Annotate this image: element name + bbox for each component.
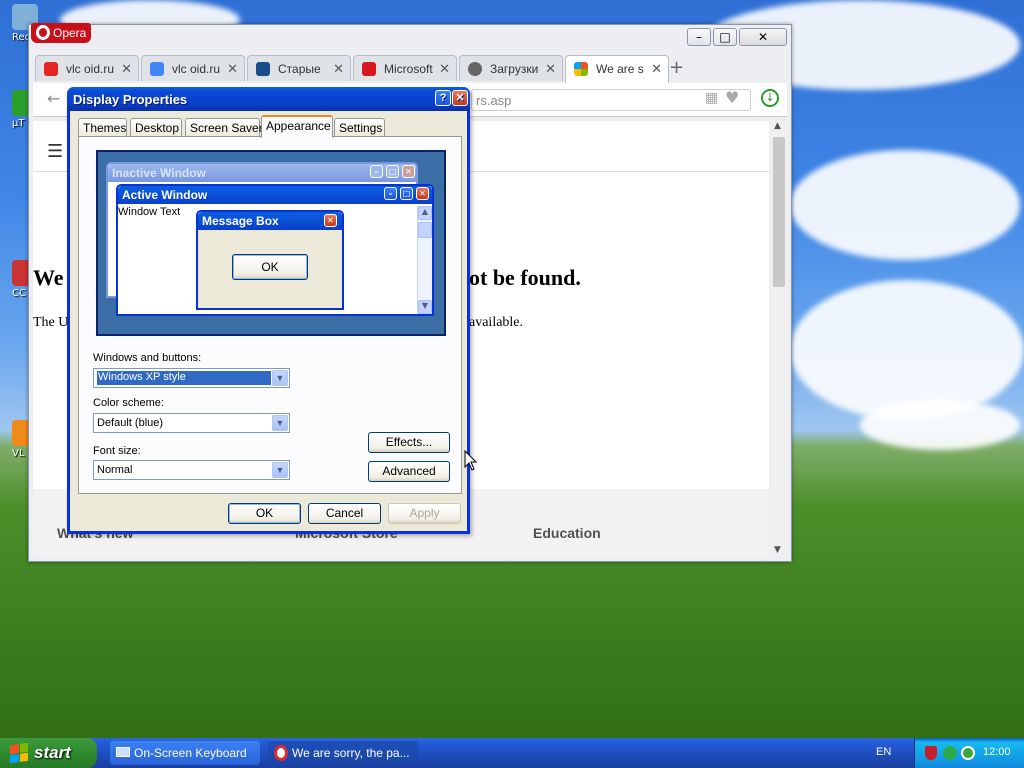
opera-logo-icon <box>36 25 50 40</box>
opera-icon <box>274 745 288 761</box>
desktop-icon-label: CC <box>12 288 26 299</box>
chevron-down-icon[interactable]: ▼ <box>272 462 288 478</box>
tab-close-icon[interactable]: ✕ <box>227 61 238 77</box>
keyboard-icon <box>116 747 130 757</box>
preview-scroll-thumb <box>418 222 432 238</box>
shield-icon[interactable] <box>925 746 937 760</box>
scroll-thumb[interactable] <box>773 137 785 287</box>
utorrent-tray-icon[interactable] <box>961 746 975 760</box>
color-scheme-select[interactable]: Default (blue) ▼ <box>93 413 290 433</box>
error-text-right: available. <box>469 315 524 330</box>
cancel-button[interactable]: Cancel <box>308 503 381 524</box>
ok-button[interactable]: OK <box>228 503 301 524</box>
tab-6[interactable]: We are s ✕ <box>565 55 669 83</box>
download-manager-icon[interactable]: ↓ <box>761 89 779 107</box>
preview-scroll-up-icon: ▲ <box>418 206 432 220</box>
scroll-up-icon[interactable]: ▲ <box>774 121 781 131</box>
error-heading-right: ot be found. <box>469 265 581 290</box>
inactive-maximize-icon: □ <box>386 165 399 178</box>
footer-link-education[interactable]: Education <box>533 525 601 541</box>
download-icon <box>468 62 482 76</box>
message-close-icon: ✕ <box>324 214 337 227</box>
windows-logo-icon <box>10 742 28 764</box>
dialog-titlebar[interactable]: Display Properties ? ✕ <box>67 87 470 111</box>
tab-screen-saver[interactable]: Screen Saver <box>185 118 263 137</box>
chevron-down-icon[interactable]: ▼ <box>272 370 288 386</box>
tab-1[interactable]: vlc oid.ru ✕ <box>35 55 139 81</box>
security-check-icon[interactable] <box>943 746 957 760</box>
help-button[interactable]: ? <box>435 90 451 106</box>
microsoft-icon <box>574 62 588 76</box>
active-maximize-icon: □ <box>400 187 413 200</box>
oldversion-icon <box>256 62 270 76</box>
font-size-label: Font size: <box>93 445 141 457</box>
chevron-down-icon[interactable]: ▼ <box>272 415 288 431</box>
tab-close-icon[interactable]: ✕ <box>651 61 662 77</box>
tab-themes[interactable]: Themes <box>78 118 127 137</box>
error-text-left: The U <box>33 315 69 330</box>
yandex-icon <box>44 62 58 76</box>
desktop-icon-label: μT <box>12 118 25 129</box>
google-icon <box>150 62 164 76</box>
dialog-close-button[interactable]: ✕ <box>452 90 468 106</box>
message-box-ok: OK <box>232 254 308 280</box>
appearance-panel: Inactive Window – □ ✕ Active Window – □ … <box>78 136 462 494</box>
inactive-close-icon: ✕ <box>402 165 415 178</box>
tab-2[interactable]: vlc oid.ru ✕ <box>141 55 245 81</box>
advanced-button[interactable]: Advanced <box>368 461 450 482</box>
active-minimize-icon: – <box>384 187 397 200</box>
error-heading-left: We <box>33 265 64 290</box>
active-close-icon: ✕ <box>416 187 429 200</box>
effects-button[interactable]: Effects... <box>368 432 450 453</box>
message-box-title: Message Box <box>198 212 342 230</box>
preview-scrollbar: ▲ ▼ <box>417 206 432 314</box>
inactive-minimize-icon: – <box>370 165 383 178</box>
tab-close-icon[interactable]: ✕ <box>121 61 132 77</box>
opera-menu-button[interactable]: Opera <box>31 23 91 43</box>
clock[interactable]: 12:00 <box>983 746 1011 758</box>
tab-close-icon[interactable]: ✕ <box>333 61 344 77</box>
window-text-sample: Window Text <box>118 206 181 218</box>
page-scrollbar[interactable]: ▲ ▼ <box>771 121 787 557</box>
tab-close-icon[interactable]: ✕ <box>545 61 556 77</box>
dialog-title: Display Properties <box>73 92 188 107</box>
preview-message-box: Message Box ✕ OK <box>196 210 344 310</box>
tab-3[interactable]: Старые ✕ <box>247 55 351 81</box>
minimize-button[interactable]: – <box>687 28 711 46</box>
taskbar-item-keyboard[interactable]: On-Screen Keyboard <box>110 741 260 765</box>
mouse-cursor-icon <box>464 450 478 471</box>
opera-titlebar[interactable]: Opera – □ ✕ <box>29 23 791 51</box>
windows-buttons-label: Windows and buttons: <box>93 352 202 364</box>
tab-desktop[interactable]: Desktop <box>130 118 182 137</box>
appearance-preview: Inactive Window – □ ✕ Active Window – □ … <box>96 150 446 336</box>
bookmark-icon <box>362 62 376 76</box>
system-tray: 12:00 <box>914 738 1024 768</box>
grid-icon[interactable]: ▦ <box>705 90 718 106</box>
tab-5[interactable]: Загрузки ✕ <box>459 55 563 81</box>
desktop-icon-label: VL <box>12 448 25 459</box>
color-scheme-label: Color scheme: <box>93 397 164 409</box>
tab-close-icon[interactable]: ✕ <box>439 61 450 77</box>
maximize-button[interactable]: □ <box>713 28 737 46</box>
tab-settings[interactable]: Settings <box>334 118 385 137</box>
scroll-down-icon[interactable]: ▼ <box>774 545 781 555</box>
preview-scroll-down-icon: ▼ <box>418 300 432 314</box>
tab-strip: vlc oid.ru ✕ vlc oid.ru ✕ Старые ✕ Micro… <box>33 55 787 83</box>
taskbar-item-opera[interactable]: We are sorry, the pa... <box>268 741 418 765</box>
close-button[interactable]: ✕ <box>739 28 787 46</box>
tab-4[interactable]: Microsoft ✕ <box>353 55 457 81</box>
hamburger-menu-icon[interactable]: ☰ <box>47 141 63 162</box>
language-indicator[interactable]: EN <box>876 746 891 758</box>
new-tab-icon[interactable]: + <box>669 57 684 78</box>
heart-icon[interactable]: ♥ <box>725 88 739 107</box>
font-size-select[interactable]: Normal ▼ <box>93 460 290 480</box>
taskbar: start On-Screen Keyboard We are sorry, t… <box>0 738 1024 768</box>
start-button[interactable]: start <box>0 738 97 768</box>
display-properties-dialog: Display Properties ? ✕ Themes Desktop Sc… <box>67 87 470 534</box>
back-icon[interactable]: ← <box>47 89 60 108</box>
apply-button[interactable]: Apply <box>388 503 461 524</box>
tab-appearance[interactable]: Appearance <box>261 115 333 138</box>
windows-buttons-select[interactable]: Windows XP style ▼ <box>93 368 290 388</box>
